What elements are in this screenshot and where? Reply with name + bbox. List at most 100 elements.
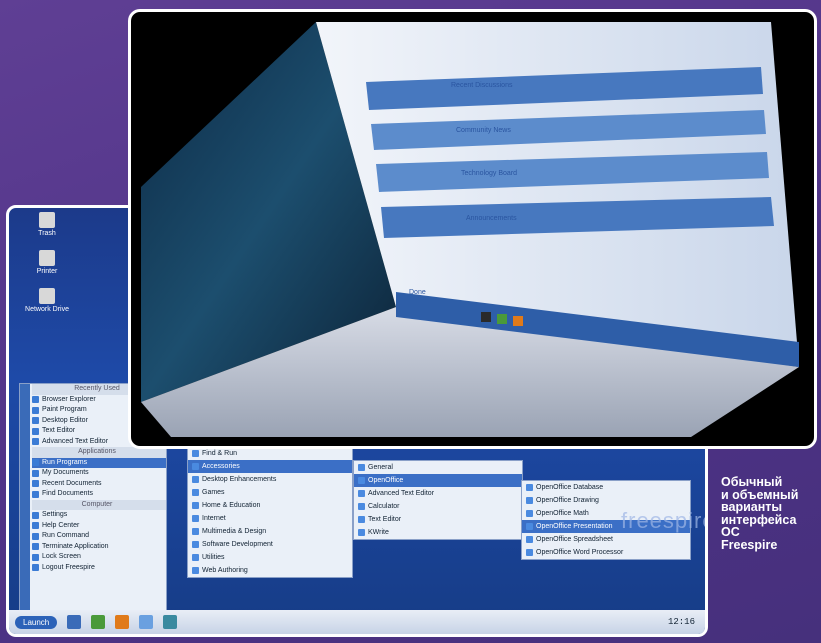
app-icon: [32, 417, 39, 425]
app-icon: [32, 511, 39, 519]
submenu-item[interactable]: OpenOffice Database: [522, 481, 690, 494]
browser-icon: [513, 316, 523, 326]
menu-item[interactable]: Recent Documents: [32, 479, 166, 490]
submenu-item-label: KWrite: [368, 529, 389, 536]
menu-item[interactable]: Run Programs: [32, 457, 166, 468]
app-icon: [358, 477, 365, 484]
app-icon: [358, 464, 365, 471]
home-icon[interactable]: [91, 615, 106, 629]
submenu-item-label: Multimedia & Design: [202, 528, 267, 535]
submenu-item-label: OpenOffice Presentation: [536, 523, 613, 530]
submenu-item[interactable]: Web Authoring: [188, 564, 352, 577]
submenu-item-label: OpenOffice Spreadsheet: [536, 536, 613, 543]
submenu-item[interactable]: Utilities: [188, 551, 352, 564]
menu-section-header: Computer: [32, 499, 166, 510]
menu-item-label: Help Center: [42, 521, 80, 529]
cube-desktop-screenshot: Recent Discussions Community News Techno…: [128, 9, 817, 449]
submenu-item[interactable]: OpenOffice Word Processor: [522, 546, 690, 559]
menu-item[interactable]: Terminate Application: [32, 542, 166, 553]
app-icon: [192, 554, 199, 561]
app-icon: [526, 497, 533, 504]
submenu-item-label: Software Development: [202, 541, 273, 548]
submenu-item[interactable]: OpenOffice Spreadsheet: [522, 533, 690, 546]
menu-item[interactable]: Lock Screen: [32, 552, 166, 563]
terminal-icon: [481, 312, 491, 322]
menu-item[interactable]: My Documents: [32, 468, 166, 479]
row-label-3: Announcements: [466, 215, 517, 222]
desktop-icon-printer[interactable]: Printer: [17, 250, 77, 276]
menu-item-label: Run Programs: [42, 458, 88, 466]
row-label-2: Technology Board: [461, 170, 517, 177]
menu-item-label: Terminate Application: [42, 542, 109, 550]
submenu-item[interactable]: Internet: [188, 512, 352, 525]
menu-item[interactable]: Find Documents: [32, 489, 166, 500]
menu-item-label: Desktop Editor: [42, 416, 88, 424]
app-icon: [358, 529, 365, 536]
submenu-item-label: General: [368, 464, 393, 471]
app-icon: [192, 502, 199, 509]
submenu-item-label: OpenOffice Drawing: [536, 497, 599, 504]
app-icon: [32, 490, 39, 498]
submenu-categories: Find & Run Accessories Desktop Enhancement…: [187, 446, 353, 578]
mail-icon[interactable]: [163, 615, 178, 629]
submenu-accessories: General OpenOffice Advanced Text Editor Cal…: [353, 460, 523, 540]
submenu-item-label: Home & Education: [202, 502, 261, 509]
menu-item-label: Browser Explorer: [42, 395, 96, 403]
submenu-item-label: OpenOffice Database: [536, 484, 604, 491]
menu-item-label: Settings: [42, 511, 68, 518]
app-icon: [192, 528, 199, 535]
submenu-item-label: Games: [202, 489, 225, 496]
menu-item[interactable]: Help Center: [32, 521, 166, 532]
menu-item-label: Lock Screen: [42, 553, 81, 560]
submenu-item[interactable]: Advanced Text Editor: [354, 487, 522, 500]
submenu-item[interactable]: Games: [188, 486, 352, 499]
browser-icon[interactable]: [115, 615, 130, 629]
terminal-icon[interactable]: [67, 615, 82, 629]
menu-item[interactable]: Logout Freespire: [32, 563, 166, 574]
app-icon: [358, 516, 365, 523]
menu-item-label: Recent Documents: [42, 479, 102, 487]
desktop-icon-trash[interactable]: Trash: [17, 212, 77, 238]
submenu-item-label: Advanced Text Editor: [368, 490, 435, 497]
menu-item[interactable]: Settings: [32, 510, 166, 521]
app-icon: [32, 427, 39, 435]
menu-item-label: Computer: [81, 500, 113, 508]
menu-item-label: Advanced Text Editor: [42, 437, 109, 445]
submenu-item-label: Calculator: [368, 503, 400, 510]
submenu-item[interactable]: Calculator: [354, 500, 522, 513]
menu-item-label: Applications: [78, 448, 116, 455]
app-icon: [32, 522, 39, 530]
submenu-item-label: Internet: [202, 515, 226, 522]
app-icon: [526, 484, 533, 491]
app-icon: [32, 406, 39, 414]
submenu-item[interactable]: Accessories: [188, 460, 352, 473]
menu-item[interactable]: Run Command: [32, 531, 166, 542]
submenu-item[interactable]: OpenOffice Drawing: [522, 494, 690, 507]
app-icon: [32, 396, 39, 404]
submenu-item[interactable]: Home & Education: [188, 499, 352, 512]
app-icon: [32, 543, 39, 551]
submenu-item[interactable]: KWrite: [354, 526, 522, 539]
submenu-item[interactable]: Multimedia & Design: [188, 525, 352, 538]
printer-icon: [39, 250, 55, 266]
submenu-item[interactable]: Text Editor: [354, 513, 522, 526]
submenu-item[interactable]: OpenOffice: [354, 474, 522, 487]
submenu-item-label: Web Authoring: [202, 567, 248, 574]
submenu-item-label: Text Editor: [368, 516, 402, 523]
cube-illustration: Recent Discussions Community News Techno…: [141, 22, 799, 437]
app-icon: [32, 480, 39, 488]
submenu-item-label: Accessories: [202, 463, 240, 470]
app-icon: [192, 515, 199, 522]
clock: 12:16: [667, 617, 695, 627]
network-icon[interactable]: [139, 615, 154, 629]
home-icon: [497, 314, 507, 324]
app-icon: [32, 564, 39, 572]
app-icon: [192, 476, 199, 483]
submenu-item[interactable]: General: [354, 461, 522, 474]
submenu-item[interactable]: Desktop Enhancements: [188, 473, 352, 486]
desktop-icon-network[interactable]: Network Drive: [17, 288, 77, 314]
app-icon: [192, 463, 199, 470]
app-icon: [358, 503, 365, 510]
launch-button[interactable]: Launch: [15, 615, 58, 629]
submenu-item[interactable]: Software Development: [188, 538, 352, 551]
